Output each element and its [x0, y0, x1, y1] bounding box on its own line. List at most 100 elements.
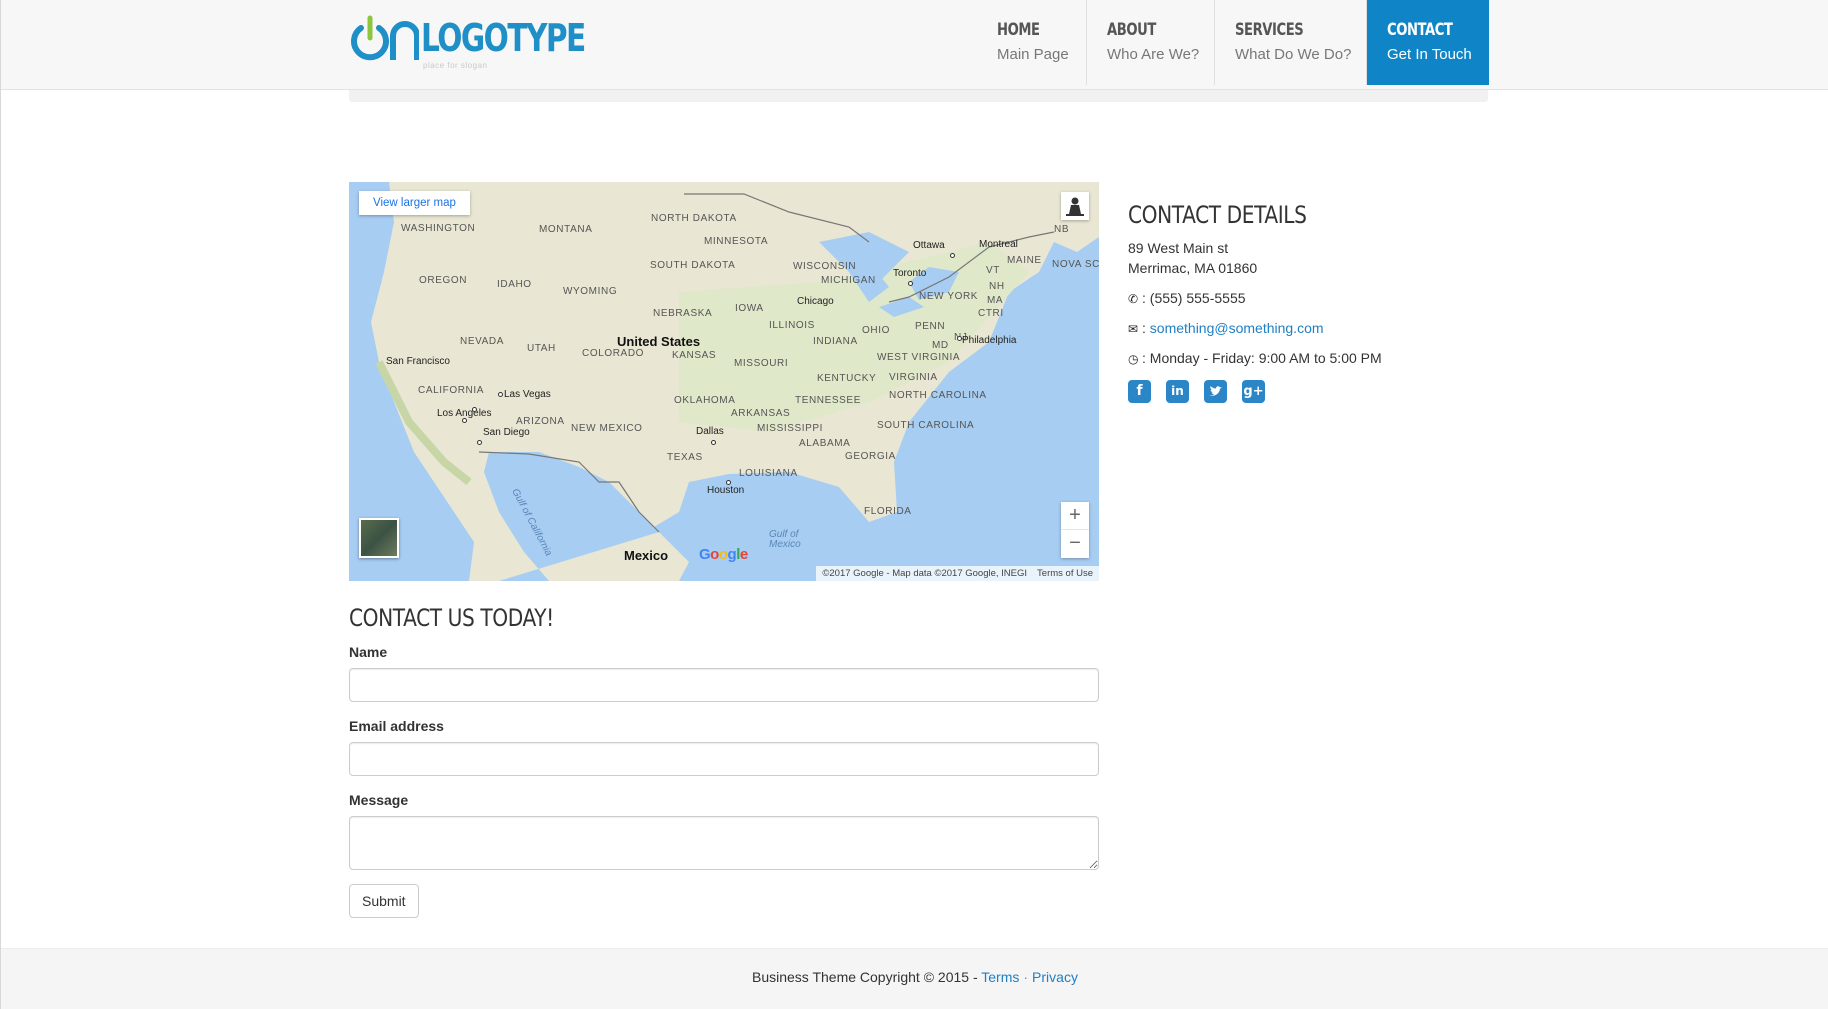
satellite-toggle-button[interactable]	[359, 518, 399, 558]
map-label: KENTUCKY	[817, 373, 877, 384]
map-label: NORTH CAROLINA	[889, 390, 987, 401]
copyright-text: Business Theme Copyright © 2015 -	[752, 969, 982, 985]
map-label: NH	[989, 281, 1005, 292]
privacy-link[interactable]: Privacy	[1032, 969, 1078, 985]
email-label: Email address	[349, 718, 444, 734]
nav-item-home[interactable]: HOME Main Page	[979, 0, 1087, 85]
map-zoom-control: + −	[1061, 502, 1089, 558]
map-label: NEW MEXICO	[571, 423, 643, 434]
nav-item-contact[interactable]: CONTACT Get In Touch	[1367, 0, 1489, 85]
nav-subtitle: Get In Touch	[1387, 46, 1472, 63]
map-label: NOVA SC	[1052, 259, 1099, 270]
map-city: Philadelphia	[962, 335, 1017, 346]
social-links: f in g+	[1128, 380, 1265, 403]
breadcrumb-bar	[349, 90, 1488, 102]
map-label: TEXAS	[667, 452, 703, 463]
map-label: VT	[986, 265, 1000, 276]
map-label: MISSOURI	[734, 358, 789, 369]
map-attribution: ©2017 Google - Map data ©2017 Google, IN…	[816, 566, 1099, 581]
address-line-2: Merrimac, MA 01860	[1128, 260, 1258, 276]
map-label: WYOMING	[563, 286, 618, 297]
nav-item-about[interactable]: ABOUT Who Are We?	[1087, 0, 1215, 85]
map-label: WASHINGTON	[401, 223, 476, 234]
zoom-out-button[interactable]: −	[1061, 530, 1089, 558]
map-label: MINNESOTA	[704, 236, 769, 247]
power-logo-icon	[351, 15, 419, 61]
name-label: Name	[349, 644, 388, 660]
email-prefix: :	[1142, 320, 1146, 336]
map-label: NEBRASKA	[653, 308, 713, 319]
footer-separator: ·	[1023, 969, 1029, 985]
map-label: ARIZONA	[516, 416, 565, 427]
map-label: NORTH DAKOTA	[651, 213, 737, 224]
map-label: CTRI	[978, 308, 1004, 319]
nav-title: HOME	[997, 20, 1040, 40]
contact-details-title: CONTACT DETAILS	[1128, 201, 1307, 229]
nav-title: SERVICES	[1235, 20, 1304, 40]
google-map[interactable]: WASHINGTON MONTANA NORTH DAKOTA MINNESOT…	[349, 182, 1099, 581]
facebook-icon[interactable]: f	[1128, 380, 1151, 403]
hours-row: ◷: Monday - Friday: 9:00 AM to 5:00 PM	[1128, 350, 1382, 366]
map-label: IOWA	[735, 303, 764, 314]
map-label: OREGON	[419, 275, 468, 286]
email-link[interactable]: something@something.com	[1150, 320, 1324, 336]
map-label: ARKANSAS	[731, 408, 791, 419]
hours-text: : Monday - Friday: 9:00 AM to 5:00 PM	[1142, 350, 1382, 366]
email-input[interactable]	[349, 742, 1099, 776]
map-city: San Francisco	[386, 356, 450, 367]
message-label: Message	[349, 792, 409, 808]
site-header: LOGOTYPE place for slogan HOME Main Page…	[1, 0, 1828, 90]
map-label: LOUISIANA	[739, 468, 798, 479]
nav-item-services[interactable]: SERVICES What Do We Do?	[1215, 0, 1367, 85]
map-label: COLORADO	[582, 348, 645, 359]
map-city: Houston	[707, 485, 745, 496]
nav-title: ABOUT	[1107, 20, 1156, 40]
map-city: Dallas	[696, 426, 724, 437]
map-label: ILLINOIS	[769, 320, 815, 331]
map-label: UTAH	[527, 343, 556, 354]
zoom-in-button[interactable]: +	[1061, 502, 1089, 530]
street-view-pegman-icon[interactable]	[1061, 192, 1089, 220]
logo-text: LOGOTYPE	[421, 16, 586, 60]
map-city: San Diego	[483, 427, 530, 438]
logo-tagline: place for slogan	[423, 61, 488, 70]
map-label: TENNESSEE	[795, 395, 861, 406]
view-larger-map-link[interactable]: View larger map	[359, 191, 470, 215]
submit-button[interactable]: Submit	[349, 884, 419, 918]
terms-link[interactable]: Terms	[981, 969, 1019, 985]
map-city: Toronto	[893, 268, 927, 279]
map-label: WEST VIRGINIA	[877, 352, 961, 363]
phone-icon: ✆	[1128, 292, 1139, 306]
twitter-icon[interactable]	[1204, 380, 1227, 403]
map-label: WISCONSIN	[793, 261, 857, 272]
name-input[interactable]	[349, 668, 1099, 702]
map-label: FLORIDA	[864, 506, 912, 517]
nav-subtitle: What Do We Do?	[1235, 46, 1352, 63]
form-title: CONTACT US TODAY!	[349, 604, 554, 632]
site-footer: Business Theme Copyright © 2015 - Terms ·…	[1, 948, 1828, 1009]
map-label: OKLAHOMA	[674, 395, 736, 406]
envelope-icon: ✉	[1128, 322, 1139, 336]
phone-row: ✆: (555) 555-5555	[1128, 290, 1246, 306]
map-label: SOUTH DAKOTA	[650, 260, 736, 271]
google-plus-icon[interactable]: g+	[1242, 380, 1265, 403]
message-textarea[interactable]	[349, 816, 1099, 870]
map-label: MAINE	[1007, 255, 1042, 266]
linkedin-icon[interactable]: in	[1166, 380, 1189, 403]
map-label: MA	[987, 295, 1004, 306]
nav-subtitle: Who Are We?	[1107, 46, 1200, 63]
map-terms-link[interactable]: Terms of Use	[1037, 568, 1093, 579]
map-label: SOUTH CAROLINA	[877, 420, 975, 431]
map-label: PENN	[915, 321, 946, 332]
logo[interactable]: LOGOTYPE place for slogan	[349, 14, 586, 70]
map-label: MONTANA	[539, 224, 593, 235]
map-label: OHIO	[862, 325, 890, 336]
map-label: CALIFORNIA	[418, 385, 485, 396]
map-label: NB	[1054, 224, 1070, 235]
map-label: ALABAMA	[799, 438, 851, 449]
map-label: NEW YORK	[919, 291, 979, 302]
map-city: Ottawa	[913, 240, 945, 251]
map-label: KANSAS	[672, 350, 717, 361]
nav-title: CONTACT	[1387, 20, 1453, 40]
google-logo: Google	[699, 546, 748, 563]
